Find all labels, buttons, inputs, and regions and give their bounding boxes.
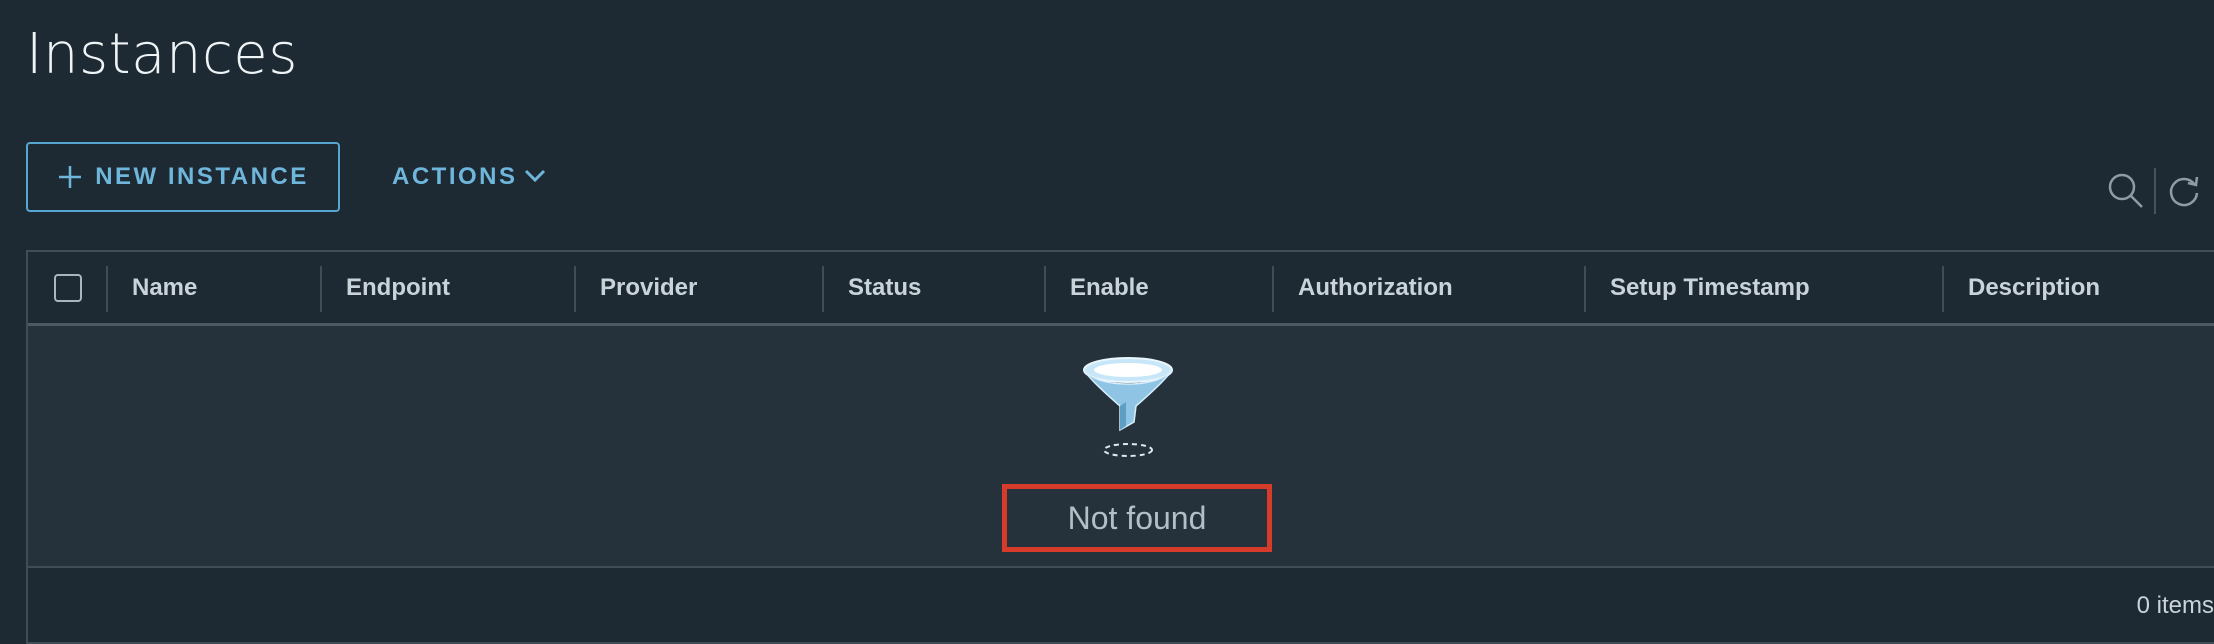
chevron-down-icon [524, 163, 546, 191]
column-header-status[interactable]: Status [824, 252, 1046, 323]
grid-placeholder: Not found [28, 326, 2214, 568]
new-instance-label: NEW INSTANCE [95, 163, 309, 190]
grid-footer: 0 items [28, 568, 2214, 644]
plus-icon [57, 164, 83, 190]
funnel-icon [1080, 356, 1176, 465]
column-header-description[interactable]: Description [1944, 252, 2194, 323]
refresh-icon[interactable] [2164, 171, 2204, 211]
grid-toolbar-right [2106, 168, 2204, 214]
column-header-authorization[interactable]: Authorization [1274, 252, 1586, 323]
new-instance-button[interactable]: NEW INSTANCE [26, 142, 340, 212]
column-header-provider[interactable]: Provider [576, 252, 822, 323]
page-title: Instances [26, 22, 298, 87]
toolbar-divider [2154, 168, 2156, 214]
search-icon[interactable] [2106, 171, 2146, 211]
actions-dropdown-button[interactable]: ACTIONS [392, 142, 546, 212]
actions-label: ACTIONS [392, 163, 518, 190]
column-header-endpoint[interactable]: Endpoint [322, 252, 574, 323]
grid-header: Name Endpoint Provider Status Enable Aut… [28, 252, 2214, 326]
items-count: 0 items [2136, 592, 2214, 619]
column-header-enable[interactable]: Enable [1046, 252, 1274, 323]
select-all-checkbox[interactable] [54, 274, 82, 302]
not-found-message: Not found [1002, 484, 1272, 552]
column-header-setup-timestamp[interactable]: Setup Timestamp [1586, 252, 1944, 323]
column-header-name[interactable]: Name [108, 252, 348, 323]
instances-datagrid: Name Endpoint Provider Status Enable Aut… [26, 250, 2214, 644]
